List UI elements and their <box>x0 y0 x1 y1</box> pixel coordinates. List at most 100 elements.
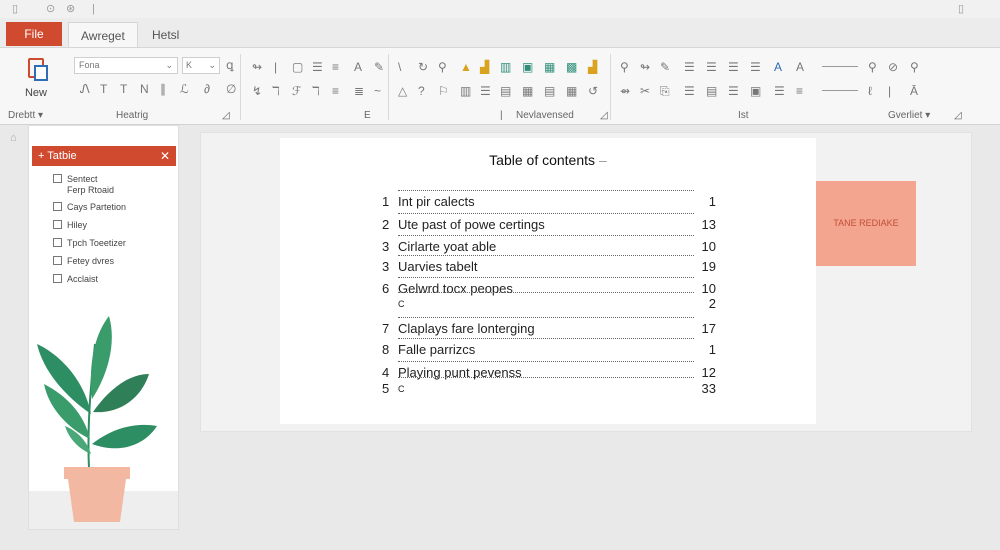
clear-format-icon[interactable]: ∅ <box>226 82 236 96</box>
shape-icon[interactable]: ⚐ <box>438 84 449 98</box>
text-a-icon[interactable]: A <box>354 60 362 74</box>
font-color-icon[interactable]: ∂ <box>204 82 210 96</box>
toc-entry-number: 5 <box>382 381 390 396</box>
home-icon[interactable]: ⌂ <box>10 132 17 144</box>
dialog-launcher-icon[interactable]: ◿ <box>222 110 230 121</box>
font-name-dropdown[interactable]: Fona ⌄ <box>74 57 178 74</box>
line-style-icon[interactable] <box>822 90 858 91</box>
redo-icon[interactable]: ⊛ <box>66 2 75 16</box>
nav-item-hiley[interactable]: Hiley <box>53 220 87 231</box>
nav-item-cays-partetion[interactable]: Cays Partetion <box>53 202 126 213</box>
columns-icon[interactable]: ▥ <box>460 84 471 98</box>
cells-icon[interactable]: ▦ <box>522 84 533 98</box>
move-icon[interactable]: ⇴ <box>620 84 630 98</box>
numbering-icon[interactable]: ℸ <box>272 84 280 98</box>
refresh-icon[interactable]: ↺ <box>588 84 598 98</box>
link-icon[interactable]: ⚲ <box>868 60 877 74</box>
scissors-icon[interactable]: ✂ <box>640 84 650 98</box>
underline-icon[interactable]: T <box>120 82 127 96</box>
toc-entry-title: Uarvies tabelt <box>398 259 480 275</box>
strike-icon[interactable]: N <box>140 82 149 96</box>
align-justify-icon[interactable]: ≡ <box>332 60 339 74</box>
group-label-paragraph: E <box>364 110 371 121</box>
person-icon[interactable]: ⚲ <box>910 60 919 74</box>
sheet-icon[interactable]: ▥ <box>500 60 511 74</box>
list-icon[interactable]: ☰ <box>480 84 491 98</box>
collapse-ribbon-icon[interactable]: ◿ <box>954 110 962 121</box>
window-menu-icon[interactable]: ▯ <box>958 2 964 16</box>
pin-icon[interactable]: ⚲ <box>620 60 629 74</box>
list-icon[interactable]: ☰ <box>728 84 739 98</box>
toc-entry-title: Falle parrizcs <box>398 342 478 358</box>
picture-icon[interactable]: ▣ <box>750 84 761 98</box>
plus-icon[interactable]: + <box>38 150 44 162</box>
pen-icon[interactable]: ✎ <box>374 60 384 74</box>
align-icon[interactable]: ≡ <box>796 84 803 98</box>
list-icon[interactable]: ☰ <box>728 60 739 74</box>
list-icon[interactable]: ☰ <box>750 60 761 74</box>
nav-item-acclaist[interactable]: Acclaist <box>53 274 98 285</box>
toc-entry-number: 2 <box>382 217 390 232</box>
highlight-icon[interactable]: ℒ <box>180 82 189 96</box>
file-tab[interactable]: File <box>6 22 62 46</box>
line-style-icon[interactable] <box>822 66 858 67</box>
undo-icon[interactable]: ⊙ <box>46 2 55 16</box>
list-icon[interactable]: ☰ <box>684 60 695 74</box>
grid-icon[interactable]: ▩ <box>566 60 577 74</box>
toc-entry-title: Cirlarte yoat able <box>398 239 499 255</box>
list-icon[interactable]: ☰ <box>684 84 695 98</box>
collapse-icon[interactable]: ⊘ <box>888 60 898 74</box>
italic-icon[interactable]: T <box>100 82 107 96</box>
rows-icon[interactable]: ▤ <box>500 84 511 98</box>
link-icon[interactable]: ↬ <box>252 60 262 74</box>
picture-icon[interactable]: ▣ <box>522 60 533 74</box>
table-icon[interactable]: ▦ <box>544 60 555 74</box>
column-chart-icon[interactable]: ▟ <box>480 60 489 74</box>
ribbon: New Fona ⌄ K ⌄ ꝗ Ꮑ T T N ∥ ℒ ∂ ∅ ↬ | ▢ ☰… <box>0 47 1000 125</box>
tilde-icon[interactable]: ~ <box>374 84 381 98</box>
align-right-icon[interactable]: ≣ <box>354 84 364 98</box>
tag-icon[interactable]: ↬ <box>640 60 650 74</box>
bar-chart-icon[interactable]: ▲ <box>460 60 472 74</box>
question-icon[interactable]: ? <box>418 84 425 98</box>
bold-icon[interactable]: Ꮑ <box>80 82 90 96</box>
frame-icon[interactable]: ▢ <box>292 60 303 74</box>
close-icon[interactable]: ✕ <box>160 146 170 166</box>
layout-icon[interactable]: ▤ <box>544 84 555 98</box>
list-icon[interactable]: ☰ <box>706 60 717 74</box>
font-size-dropdown[interactable]: K ⌄ <box>182 57 220 74</box>
toc-entry-number: 4 <box>382 365 390 380</box>
bullets-icon[interactable]: ↯ <box>252 84 262 98</box>
tab-hetsl[interactable]: Hetsl <box>140 22 191 48</box>
nav-item-sentect[interactable]: Sentect Ferp Rtoaid <box>53 174 114 196</box>
block-icon[interactable]: ▤ <box>706 84 717 98</box>
grow-font-icon[interactable]: ꝗ <box>226 58 234 72</box>
brush-icon[interactable]: ✎ <box>660 60 670 74</box>
title-bar: ▯ ⊙ ⊛ | ▯ <box>0 0 1000 18</box>
lasso-icon[interactable]: ↻ <box>418 60 428 74</box>
text-style-icon[interactable]: A <box>796 60 804 74</box>
nav-item-tpch-toeetizer[interactable]: Tpch Toeetizer <box>53 238 126 249</box>
arrange-icon[interactable]: ▦ <box>566 84 577 98</box>
subscript-icon[interactable]: ∥ <box>160 82 166 96</box>
indent-icon[interactable]: ℱ <box>292 84 301 98</box>
tab-awreget[interactable]: Awreget <box>68 22 138 48</box>
side-panel-box[interactable]: TANE REDIAKE <box>816 181 916 266</box>
brush-icon[interactable]: ℓ <box>868 84 872 98</box>
doc-icon[interactable]: ▯ <box>12 2 18 16</box>
new-button[interactable]: New <box>14 56 58 106</box>
align-center-icon[interactable]: ☰ <box>312 60 323 74</box>
nav-item-fetey-dvres[interactable]: Fetey dvres <box>53 256 114 267</box>
align-left-icon[interactable]: ≡ <box>332 84 339 98</box>
copy-icon[interactable]: ⎘ <box>660 84 670 98</box>
backslash-icon[interactable]: \ <box>398 60 401 74</box>
outdent-icon[interactable]: ℸ <box>312 84 320 98</box>
text-a-icon[interactable]: Ā <box>910 84 918 98</box>
triangle-icon[interactable]: △ <box>398 84 407 98</box>
text-style-icon[interactable]: A <box>774 60 782 74</box>
align-icon[interactable]: ☰ <box>774 84 785 98</box>
dialog-launcher-icon[interactable]: ◿ <box>600 110 608 121</box>
document-page[interactable]: Table of contents – 1 Int pir calects 1 2… <box>280 138 816 424</box>
graph-icon[interactable]: ▟ <box>588 60 597 74</box>
brush-icon[interactable]: ⚲ <box>438 60 447 74</box>
